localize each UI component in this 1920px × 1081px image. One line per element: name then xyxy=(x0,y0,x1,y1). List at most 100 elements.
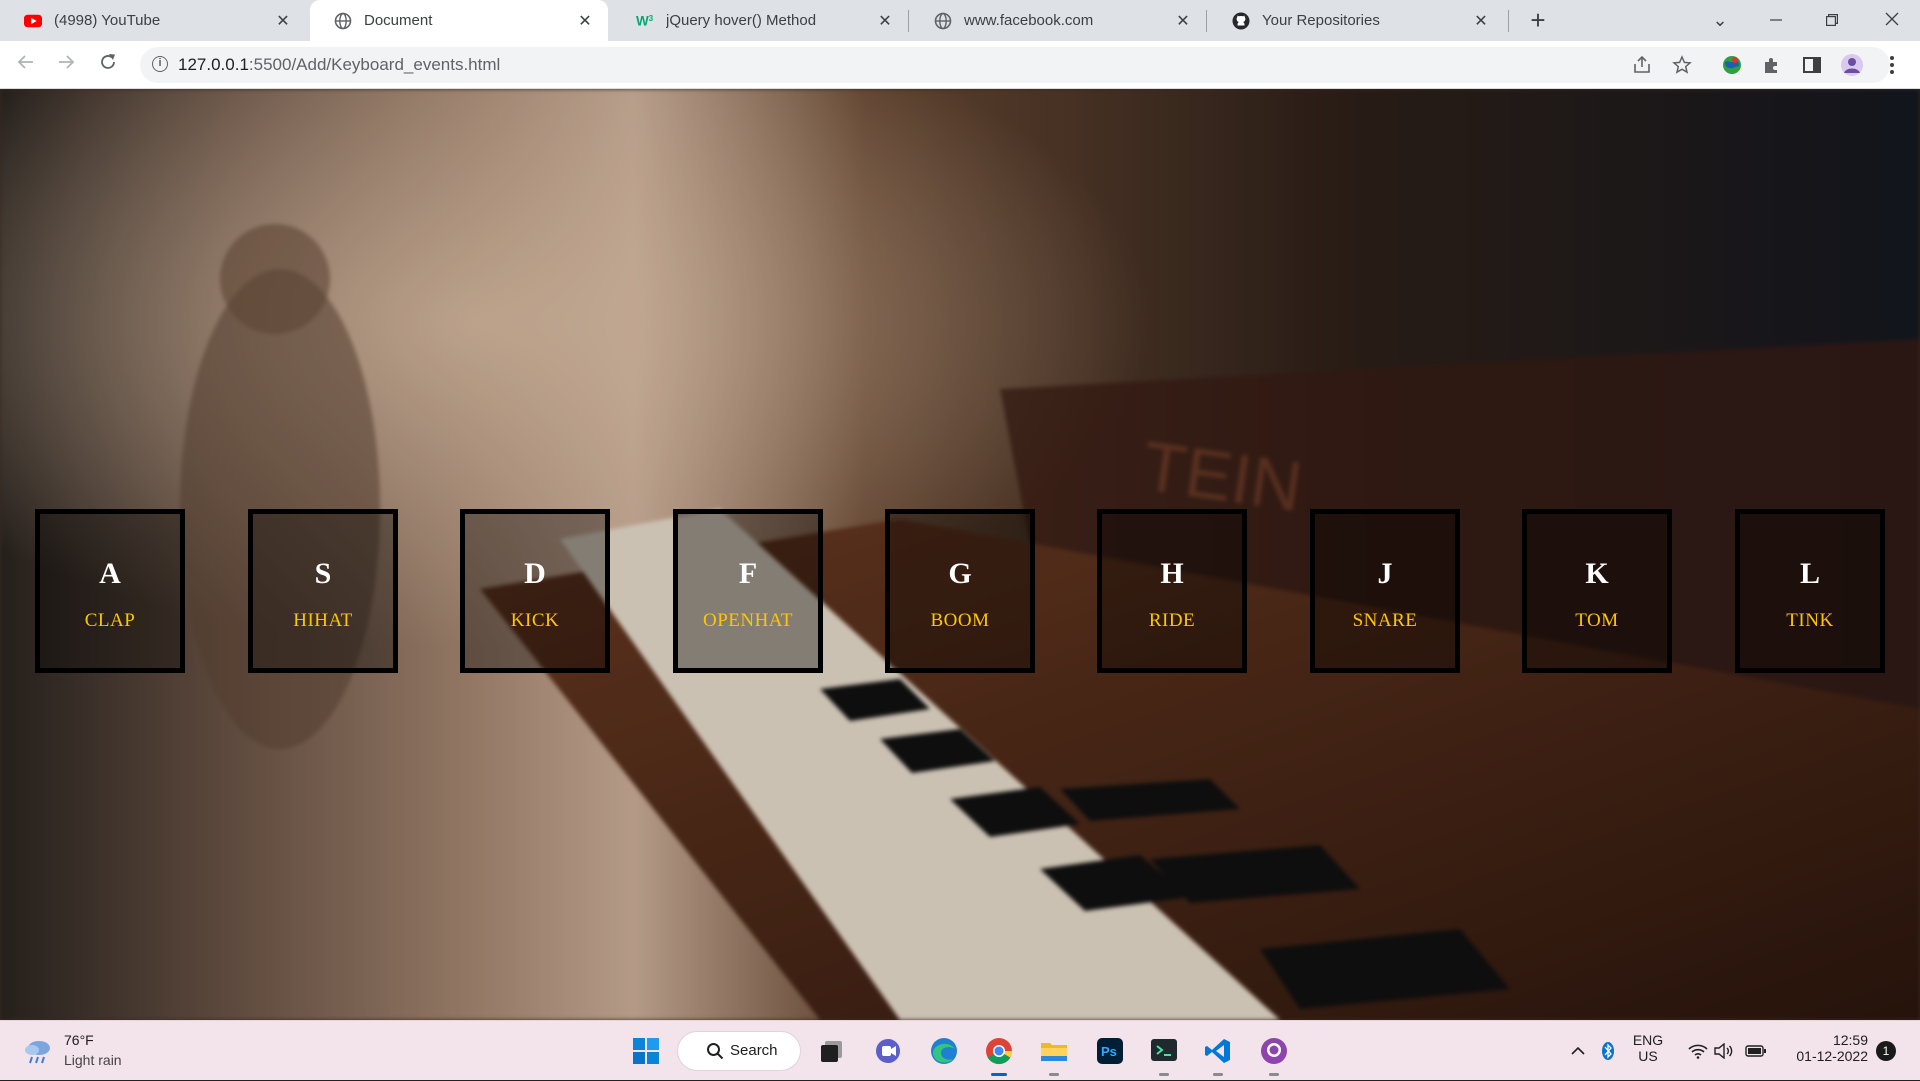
chrome-icon[interactable] xyxy=(981,1033,1017,1076)
address-bar[interactable]: i 127.0.0.1:5500/Add/Keyboard_events.htm… xyxy=(140,47,1890,83)
github-desktop-icon[interactable] xyxy=(1256,1033,1292,1076)
close-tab-icon[interactable]: ✕ xyxy=(876,11,894,31)
photoshop-icon[interactable]: Ps xyxy=(1092,1033,1128,1069)
drum-key-l[interactable]: L TINK xyxy=(1735,509,1885,673)
key-sound-label: TOM xyxy=(1575,610,1619,631)
drum-key-j[interactable]: J SNARE xyxy=(1310,509,1460,673)
running-indicator xyxy=(1049,1073,1059,1076)
drum-key-g[interactable]: G BOOM xyxy=(885,509,1035,673)
key-letter: F xyxy=(738,557,758,590)
edge-icon[interactable] xyxy=(926,1033,962,1069)
drum-key-s[interactable]: S HIHAT xyxy=(248,509,398,673)
close-tab-icon[interactable]: ✕ xyxy=(576,11,594,31)
w3schools-icon: W3 xyxy=(636,12,654,30)
extensions-puzzle-icon[interactable] xyxy=(1760,53,1784,77)
bookmark-star-icon[interactable] xyxy=(1670,53,1694,77)
minimize-button[interactable] xyxy=(1748,0,1804,41)
key-sound-label: TINK xyxy=(1786,610,1834,631)
globe-icon xyxy=(334,12,352,30)
tab-document[interactable]: Document ✕ xyxy=(310,0,608,41)
clock-date: 01-12-2022 xyxy=(1796,1048,1868,1064)
key-letter: A xyxy=(99,557,121,590)
key-letter: K xyxy=(1585,557,1609,590)
svg-text:Ps: Ps xyxy=(1101,1044,1117,1059)
notification-badge[interactable]: 1 xyxy=(1876,1041,1896,1061)
clock-time: 12:59 xyxy=(1832,1032,1868,1048)
teams-chat-icon[interactable] xyxy=(870,1033,906,1069)
weather-description[interactable]: Light rain xyxy=(64,1052,122,1068)
clock[interactable]: 12:59 01-12-2022 xyxy=(1778,1032,1868,1064)
site-info-icon[interactable]: i xyxy=(152,56,168,72)
weather-temperature[interactable]: 76°F xyxy=(64,1032,94,1048)
browser-toolbar: i 127.0.0.1:5500/Add/Keyboard_events.htm… xyxy=(0,41,1920,89)
url-text[interactable]: 127.0.0.1:5500/Add/Keyboard_events.html xyxy=(178,55,500,75)
windows-start-icon[interactable] xyxy=(628,1033,664,1069)
taskbar-search[interactable]: Search xyxy=(678,1032,800,1070)
side-panel-icon[interactable] xyxy=(1800,53,1824,77)
language-code: ENG xyxy=(1632,1032,1664,1048)
active-indicator xyxy=(991,1073,1007,1076)
forward-button[interactable] xyxy=(50,49,82,81)
drum-key-a[interactable]: A CLAP xyxy=(35,509,185,673)
tab-youtube[interactable]: (4998) YouTube ✕ xyxy=(0,0,306,41)
key-letter: D xyxy=(524,557,546,590)
menu-kebab-icon[interactable] xyxy=(1880,53,1904,77)
profile-avatar[interactable] xyxy=(1840,53,1864,77)
battery-icon[interactable] xyxy=(1744,1021,1768,1081)
close-window-button[interactable] xyxy=(1864,0,1920,41)
drum-key-f[interactable]: F OPENHAT xyxy=(673,509,823,673)
drum-key-d[interactable]: D KICK xyxy=(460,509,610,673)
svg-text:W: W xyxy=(636,13,649,28)
globe-icon xyxy=(934,12,952,30)
tab-divider xyxy=(1508,10,1509,32)
tab-title: www.facebook.com xyxy=(964,12,1094,29)
restore-button[interactable] xyxy=(1804,0,1860,41)
volume-icon[interactable] xyxy=(1712,1021,1736,1081)
close-tab-icon[interactable]: ✕ xyxy=(274,11,292,31)
running-indicator xyxy=(1269,1073,1279,1076)
svg-text:3: 3 xyxy=(649,14,654,23)
language-indicator[interactable]: ENG US xyxy=(1626,1032,1670,1064)
tab-facebook[interactable]: www.facebook.com ✕ xyxy=(910,0,1206,41)
tab-divider xyxy=(908,10,909,32)
file-explorer-icon[interactable] xyxy=(1036,1033,1072,1076)
drum-key-k[interactable]: K TOM xyxy=(1522,509,1672,673)
weather-rain-icon[interactable] xyxy=(22,1035,54,1067)
browser-tab-strip: (4998) YouTube ✕ Document ✕ W3 jQuery ho… xyxy=(0,0,1920,41)
close-tab-icon[interactable]: ✕ xyxy=(1472,11,1490,31)
running-indicator xyxy=(1213,1073,1223,1076)
key-letter: G xyxy=(948,557,972,590)
task-view-icon[interactable] xyxy=(814,1033,850,1069)
reload-button[interactable] xyxy=(92,49,124,81)
wifi-icon[interactable] xyxy=(1686,1021,1710,1081)
youtube-icon xyxy=(24,12,42,30)
terminal-icon[interactable] xyxy=(1146,1033,1182,1076)
tab-jquery[interactable]: W3 jQuery hover() Method ✕ xyxy=(612,0,908,41)
tab-divider xyxy=(1206,10,1207,32)
tray-overflow-chevron-icon[interactable] xyxy=(1566,1021,1590,1081)
key-sound-label: HIHAT xyxy=(293,610,353,631)
url-host: 127.0.0.1 xyxy=(178,55,249,74)
new-tab-button[interactable]: + xyxy=(1522,4,1554,36)
tab-github[interactable]: Your Repositories ✕ xyxy=(1208,0,1504,41)
bluetooth-icon[interactable] xyxy=(1596,1021,1620,1081)
key-sound-label: RIDE xyxy=(1148,610,1196,631)
search-icon xyxy=(706,1042,724,1065)
key-letter: J xyxy=(1377,557,1393,590)
tab-search-chevron-icon[interactable]: ⌄ xyxy=(1692,0,1748,41)
tab-title: (4998) YouTube xyxy=(54,12,161,29)
url-path: :5500/Add/Keyboard_events.html xyxy=(248,55,501,74)
running-indicator xyxy=(1159,1073,1169,1076)
back-button[interactable] xyxy=(10,49,42,81)
close-tab-icon[interactable]: ✕ xyxy=(1174,11,1192,31)
key-letter: H xyxy=(1160,557,1184,590)
key-letter: S xyxy=(314,557,332,590)
github-icon xyxy=(1232,12,1250,30)
extension-globe-icon[interactable] xyxy=(1720,53,1744,77)
share-icon[interactable] xyxy=(1630,53,1654,77)
drum-key-h[interactable]: H RIDE xyxy=(1097,509,1247,673)
page-viewport: TEIN A CLAP S HIHAT D KICK F OPENHAT G B… xyxy=(0,89,1920,1020)
vscode-icon[interactable] xyxy=(1200,1033,1236,1076)
windows-taskbar: 76°F Light rain Search Ps ENG US 12:59 0… xyxy=(0,1020,1920,1080)
key-sound-label: BOOM xyxy=(930,610,990,631)
